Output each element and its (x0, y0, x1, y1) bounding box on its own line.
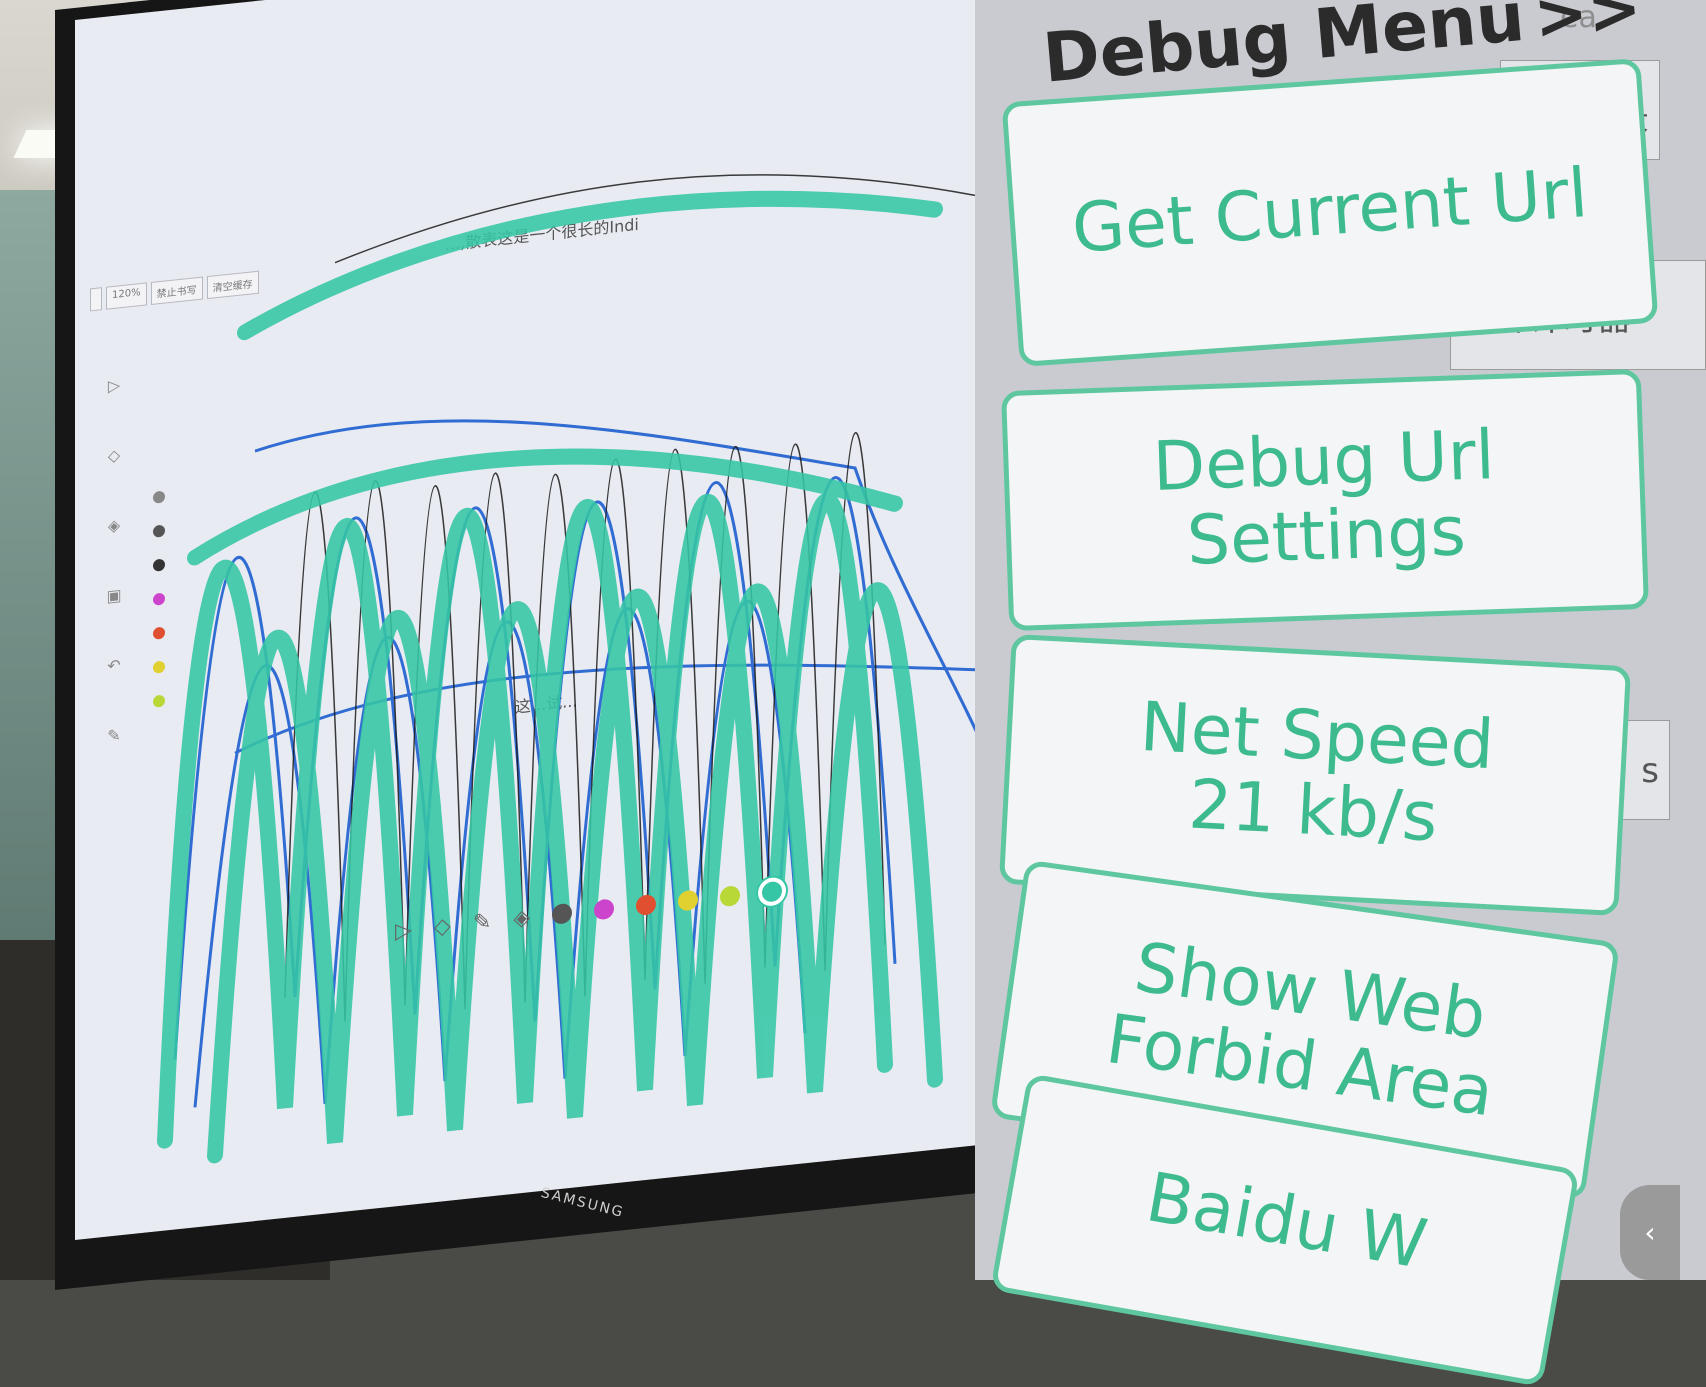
undo-icon[interactable]: ↶ (105, 655, 123, 675)
ink-scribbles[interactable] (135, 69, 1035, 1214)
color-swatch-selected[interactable] (762, 880, 783, 903)
color-swatch[interactable] (720, 885, 741, 908)
debug-url-label-2: Settings (1185, 492, 1468, 581)
hand-icon[interactable]: ◇ (434, 913, 451, 940)
collapse-arrow-icon[interactable]: >> (1531, 0, 1644, 55)
color-swatch[interactable] (594, 898, 615, 921)
pointer-icon[interactable]: ▷ (105, 375, 123, 395)
hand-icon[interactable]: ◇ (105, 445, 123, 465)
pen-icon[interactable]: ✎ (105, 725, 123, 745)
image-icon[interactable]: ▣ (105, 585, 123, 606)
color-swatch[interactable] (636, 893, 657, 917)
eraser-icon[interactable]: ◈ (105, 515, 123, 535)
net-speed-value: 21 kb/s (1186, 765, 1440, 858)
pen-icon[interactable]: ✎ (473, 909, 491, 936)
color-swatch[interactable] (678, 889, 699, 912)
background-tab-label-2: s (1641, 751, 1659, 791)
side-drawer-handle[interactable]: ‹ (1620, 1185, 1680, 1280)
get-current-url-label: Get Current Url (1069, 154, 1591, 270)
eraser-icon[interactable]: ◈ (513, 905, 530, 932)
pointer-icon[interactable]: ▷ (395, 917, 412, 944)
color-swatch[interactable] (552, 902, 573, 925)
chevron-left-icon: ‹ (1644, 1216, 1656, 1249)
baidu-label: Baidu W (1140, 1158, 1433, 1286)
debug-url-settings-button[interactable]: Debug Url Settings (1001, 368, 1649, 632)
get-current-url-button[interactable]: Get Current Url (1001, 58, 1659, 367)
toolbar-item[interactable] (90, 287, 102, 312)
